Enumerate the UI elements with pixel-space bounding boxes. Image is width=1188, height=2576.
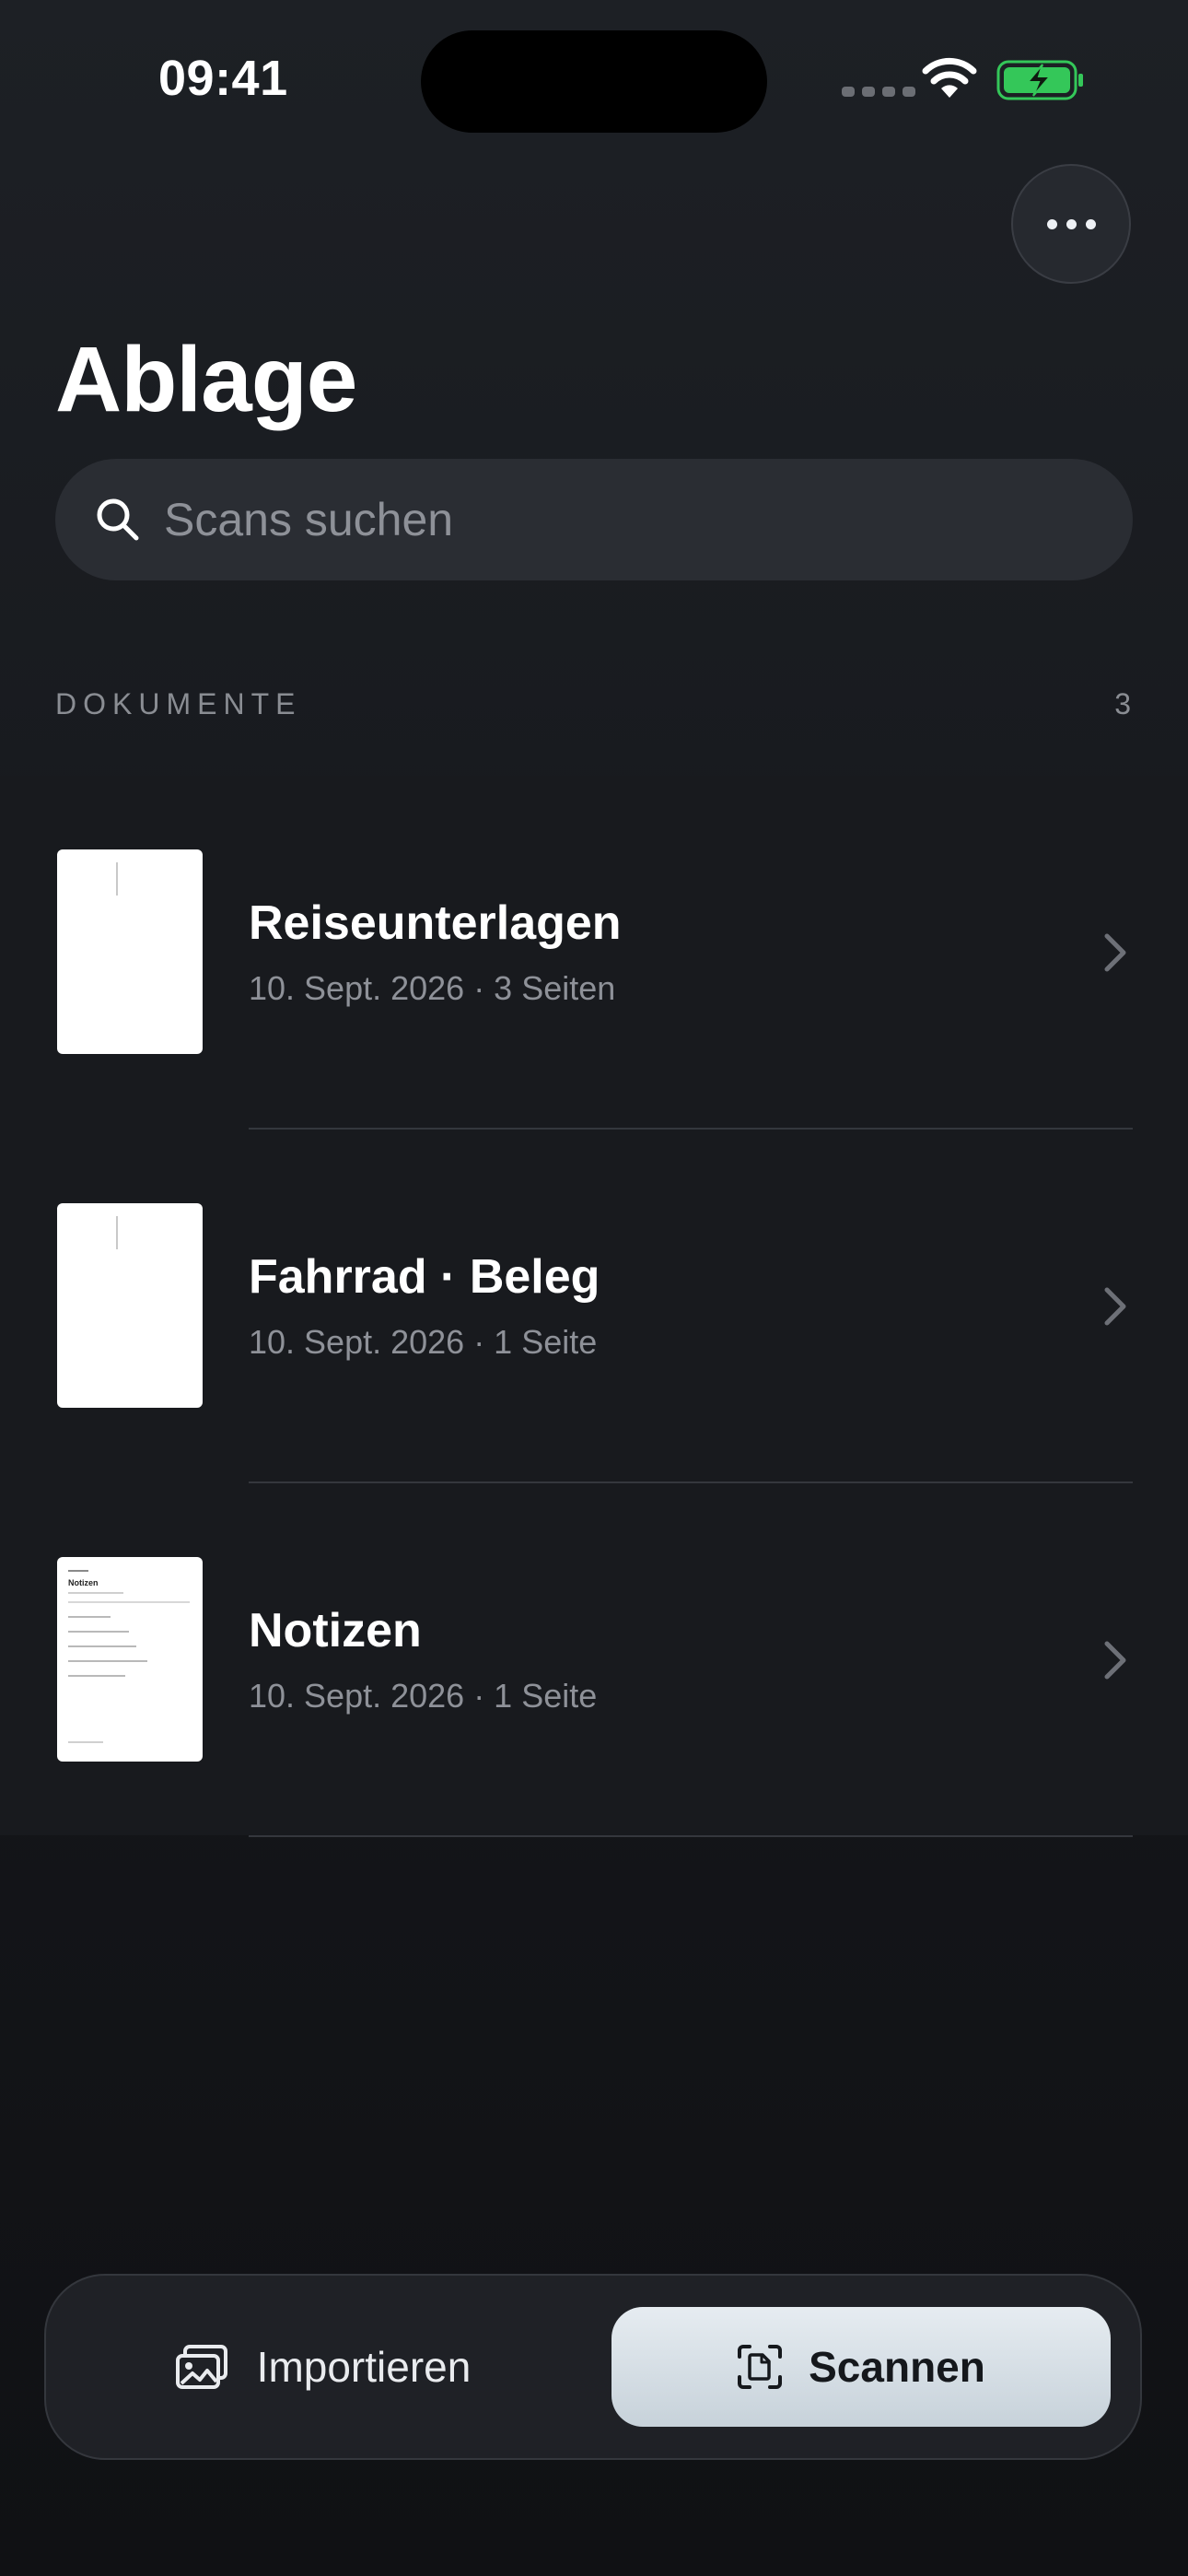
document-meta: 10. Sept. 2026 · 1 Seite xyxy=(249,1323,598,1361)
document-thumbnail xyxy=(57,849,203,1054)
chevron-right-icon xyxy=(1104,1287,1126,1326)
import-label: Importieren xyxy=(256,2343,472,2391)
ellipsis-icon xyxy=(1046,218,1057,229)
row-divider xyxy=(249,1835,1133,1837)
document-title: Reiseunterlagen xyxy=(249,896,622,950)
status-time: 09:41 xyxy=(158,51,288,106)
scan-label: Scannen xyxy=(809,2343,985,2391)
chevron-right-icon xyxy=(1104,1641,1126,1680)
thumbnail-heading: Notizen xyxy=(68,1578,99,1587)
document-meta: 10. Sept. 2026 · 1 Seite xyxy=(249,1677,598,1715)
chevron-right-icon xyxy=(1104,933,1126,972)
document-list: Reiseunterlagen 10. Sept. 2026 · 3 Seite… xyxy=(0,776,1188,1837)
cellular-signal-icon xyxy=(842,87,915,97)
scan-button[interactable]: Scannen xyxy=(611,2307,1111,2427)
document-row-reiseunterlagen[interactable]: Reiseunterlagen 10. Sept. 2026 · 3 Seite… xyxy=(0,776,1188,1130)
search-field[interactable]: Scans suchen xyxy=(55,459,1133,580)
document-meta: 10. Sept. 2026 · 3 Seiten xyxy=(249,969,616,1007)
more-options-button[interactable] xyxy=(1011,164,1131,284)
section-count: 3 xyxy=(1114,687,1131,720)
page-title: Ablage xyxy=(55,328,357,431)
document-title: Notizen xyxy=(249,1604,422,1657)
document-title: Fahrrad · Beleg xyxy=(249,1250,600,1304)
import-button[interactable]: Importieren xyxy=(46,2276,599,2458)
wifi-icon xyxy=(922,57,977,98)
document-scanner-icon xyxy=(738,2345,783,2389)
document-thumbnail: Notizen xyxy=(57,1557,203,1762)
search-icon xyxy=(97,498,139,541)
battery-charging-icon xyxy=(996,60,1083,100)
document-row-notizen[interactable]: Notizen Notizen 10. Sept. 2026 · 1 Seite xyxy=(0,1483,1188,1837)
search-placeholder[interactable]: Scans suchen xyxy=(164,493,453,546)
dynamic-island xyxy=(421,30,767,133)
section-label: DOKUMENTE xyxy=(55,687,302,720)
document-row-fahrrad-beleg[interactable]: Fahrrad · Beleg 10. Sept. 2026 · 1 Seite xyxy=(0,1130,1188,1483)
document-thumbnail xyxy=(57,1203,203,1408)
bottom-action-bar: Importieren Scannen xyxy=(44,2274,1142,2460)
photo-stack-icon xyxy=(175,2345,227,2389)
